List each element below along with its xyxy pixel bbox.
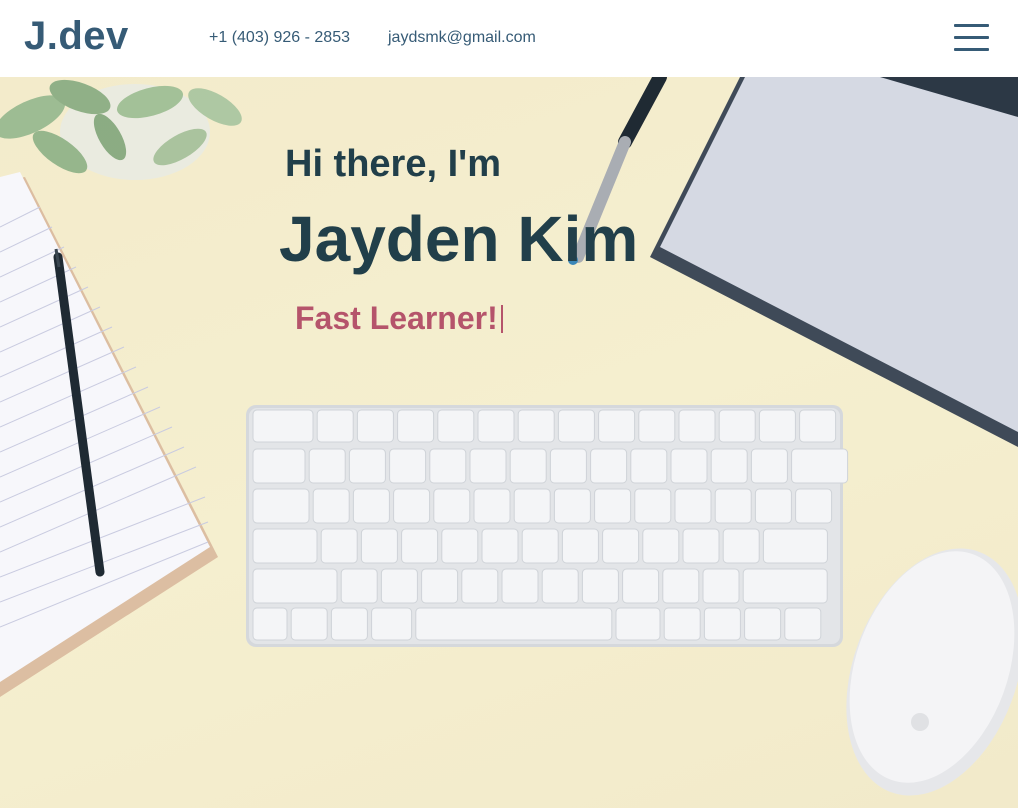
keyboard-key	[360, 528, 398, 564]
keyboard-key	[441, 528, 479, 564]
keyboard-key	[710, 448, 748, 484]
menu-bar-top	[954, 24, 989, 27]
site-header: J.dev +1 (403) 926 - 2853 jaydsmk@gmail.…	[0, 0, 1018, 77]
keyboard-key	[642, 528, 680, 564]
keyboard-key	[557, 409, 595, 443]
keyboard-key	[461, 568, 499, 604]
hamburger-menu-icon[interactable]	[950, 20, 992, 56]
keyboard-key	[437, 409, 475, 443]
keyboard-key	[744, 607, 782, 641]
keyboard-key	[517, 409, 555, 443]
keyboard-key	[662, 568, 700, 604]
keyboard-key	[750, 448, 788, 484]
hero-greeting: Hi there, I'm	[285, 143, 501, 185]
keyboard-key	[429, 448, 467, 484]
keyboard-key	[638, 409, 676, 443]
keyboard-key	[674, 488, 712, 524]
keyboard-key	[594, 488, 632, 524]
keyboard-key	[389, 448, 427, 484]
keyboard-key	[795, 488, 833, 524]
keyboard-key	[703, 607, 741, 641]
keyboard-key	[553, 488, 591, 524]
keyboard-key	[670, 448, 708, 484]
keyboard-key	[784, 607, 822, 641]
keyboard-key	[320, 528, 358, 564]
hero-tagline: Fast Learner!	[295, 300, 503, 337]
keyboard-key	[714, 488, 752, 524]
keyboard-key	[549, 448, 587, 484]
keyboard-key	[682, 528, 720, 564]
keyboard-key	[758, 409, 796, 443]
keyboard-key	[252, 607, 288, 641]
keyboard-key	[415, 607, 613, 641]
site-logo[interactable]: J.dev	[24, 14, 129, 59]
keyboard-key	[316, 409, 354, 443]
keyboard-key	[252, 568, 338, 604]
keyboard-key	[541, 568, 579, 604]
keyboard-key	[252, 488, 310, 524]
contact-phone[interactable]: +1 (403) 926 - 2853	[209, 29, 350, 47]
hero-tagline-text: Fast Learner!	[295, 300, 498, 336]
notebook-decoration	[0, 172, 218, 697]
menu-bar-bottom	[954, 48, 989, 51]
keyboard-key	[308, 448, 346, 484]
keyboard-key	[702, 568, 740, 604]
keyboard-key	[742, 568, 828, 604]
keyboard-key	[330, 607, 368, 641]
keyboard-key	[663, 607, 701, 641]
keyboard-key	[473, 488, 511, 524]
keyboard-key	[371, 607, 413, 641]
keyboard-key	[521, 528, 559, 564]
contact-email[interactable]: jaydsmk@gmail.com	[388, 29, 536, 47]
keyboard-key	[630, 448, 668, 484]
hero-name: Jayden Kim	[279, 203, 639, 275]
keyboard-key	[393, 488, 431, 524]
menu-bar-middle	[954, 36, 989, 39]
keyboard-key	[352, 488, 390, 524]
keyboard-key	[615, 607, 661, 641]
keyboard-key	[678, 409, 716, 443]
keyboard-key	[252, 528, 318, 564]
keyboard-key	[509, 448, 547, 484]
keyboard-decoration	[246, 405, 849, 647]
keyboard-key	[477, 409, 515, 443]
keyboard-key	[799, 409, 837, 443]
keyboard-key	[252, 409, 314, 443]
keyboard-key	[513, 488, 551, 524]
tablet-decoration	[650, 77, 1018, 447]
keyboard-key	[581, 568, 619, 604]
keyboard-key	[590, 448, 628, 484]
keyboard-key	[340, 568, 378, 604]
keyboard-key	[356, 409, 394, 443]
hero-background-image	[0, 77, 1018, 796]
keyboard-key	[433, 488, 471, 524]
keyboard-key	[380, 568, 418, 604]
keyboard-key	[634, 488, 672, 524]
keyboard-key	[718, 409, 756, 443]
keyboard-key	[421, 568, 459, 604]
keyboard-key	[469, 448, 507, 484]
keyboard-key	[791, 448, 849, 484]
mouse-decoration	[846, 548, 1018, 796]
typing-cursor	[500, 305, 503, 333]
keyboard-key	[397, 409, 435, 443]
keyboard-key	[348, 448, 386, 484]
keyboard-key	[598, 409, 636, 443]
keyboard-key	[401, 528, 439, 564]
keyboard-key	[762, 528, 828, 564]
keyboard-key	[561, 528, 599, 564]
keyboard-key	[290, 607, 328, 641]
keyboard-key	[722, 528, 760, 564]
keyboard-key	[754, 488, 792, 524]
keyboard-key	[252, 448, 306, 484]
hero-section: Hi there, I'm Jayden Kim Fast Learner!	[0, 77, 1018, 808]
keyboard-key	[481, 528, 519, 564]
keyboard-key	[602, 528, 640, 564]
plant-decoration	[0, 79, 242, 180]
keyboard-key	[622, 568, 660, 604]
keyboard-key	[312, 488, 350, 524]
keyboard-key	[501, 568, 539, 604]
